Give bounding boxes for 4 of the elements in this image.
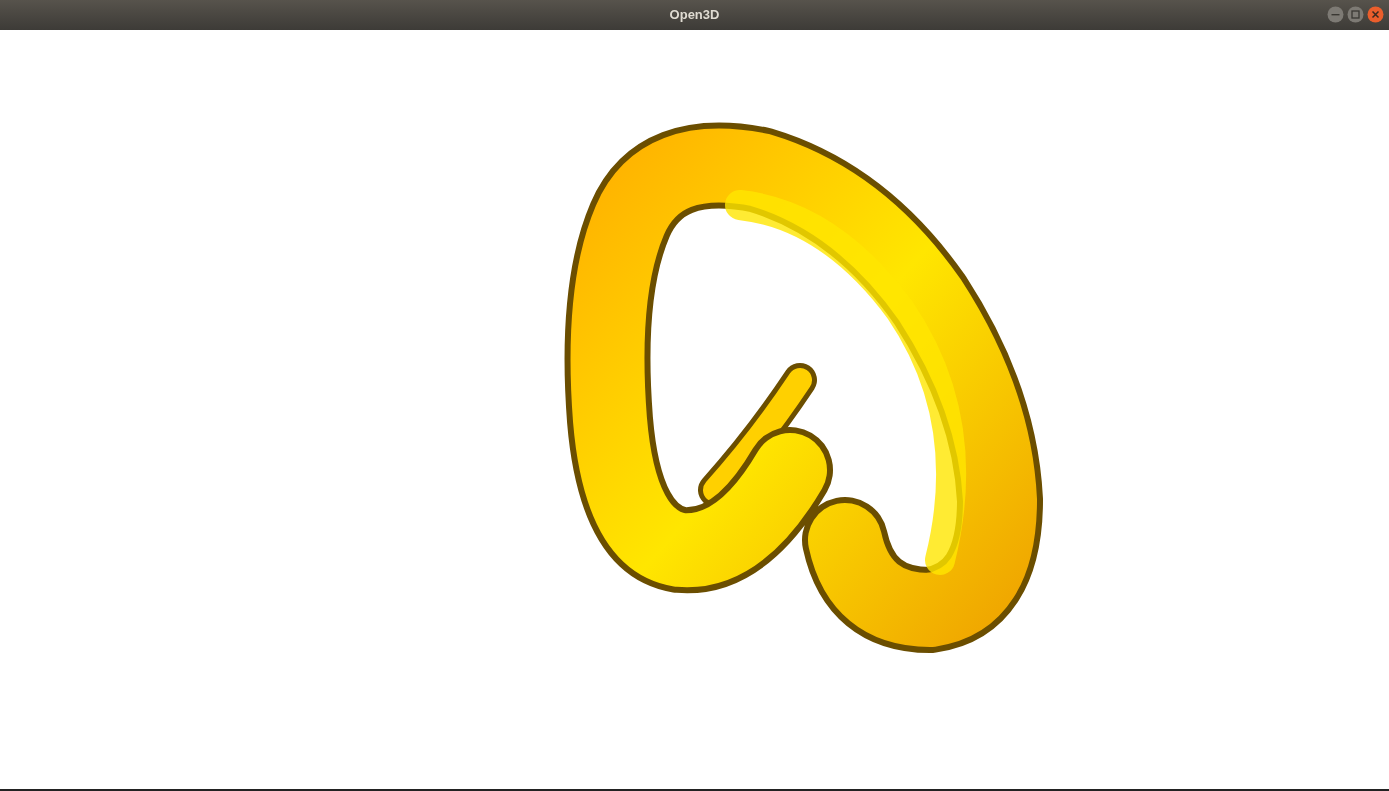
maximize-icon[interactable] (1347, 6, 1364, 23)
close-icon[interactable] (1367, 6, 1384, 23)
minimize-icon[interactable] (1327, 6, 1344, 23)
window-title: Open3D (669, 6, 720, 25)
